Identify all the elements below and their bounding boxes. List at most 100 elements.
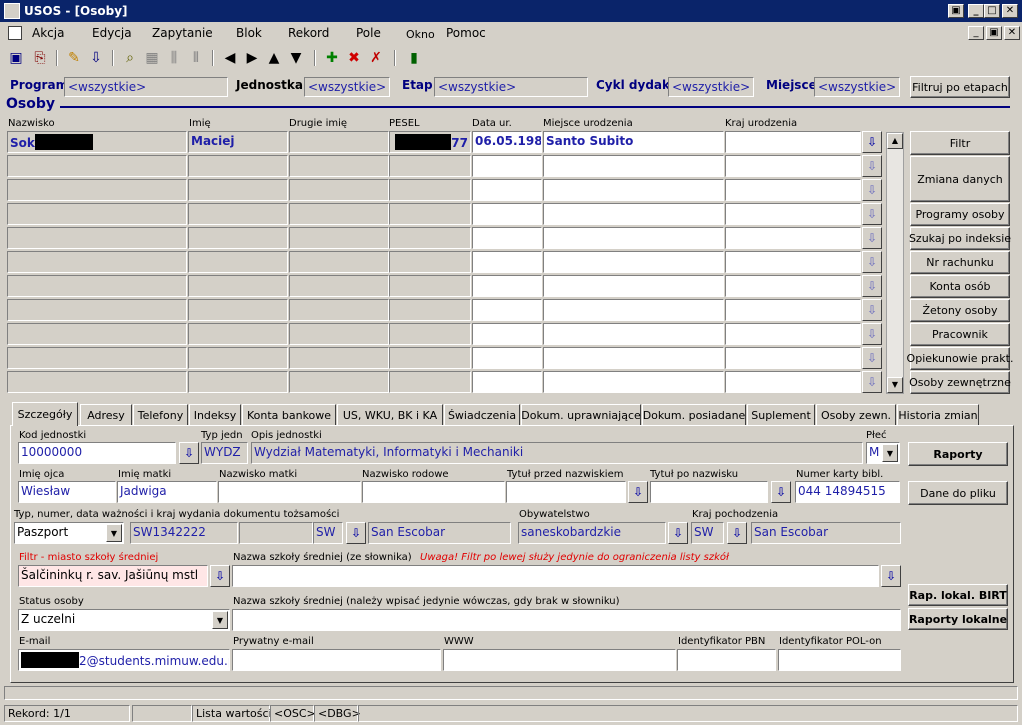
tab-osoby-zewn[interactable]: Osoby zewn. xyxy=(816,404,896,426)
tab-dokum-uprawniajace[interactable]: Dokum. uprawniające xyxy=(521,404,641,426)
grid-cell[interactable] xyxy=(725,299,861,321)
mdi-minimize-button[interactable]: _ xyxy=(968,26,984,40)
grid-cell[interactable] xyxy=(289,203,389,225)
lov-down-arrow-icon[interactable]: ⇩ xyxy=(862,155,882,177)
kod-jednostki-field[interactable]: 10000000 xyxy=(18,442,176,464)
nazwisko-matki-field[interactable] xyxy=(218,481,361,503)
row1-miejsce-ur[interactable]: Santo Subito xyxy=(543,131,724,153)
grid-cell[interactable] xyxy=(188,323,288,345)
grid-cell[interactable] xyxy=(472,155,542,177)
close-button[interactable]: ✕ xyxy=(1002,4,1018,18)
mdi-restore-button[interactable]: ▣ xyxy=(986,26,1002,40)
grid-cell[interactable] xyxy=(188,275,288,297)
next-record-icon[interactable]: ▼ xyxy=(286,48,306,68)
grid-cell[interactable] xyxy=(389,179,471,201)
row1-drugie-imie[interactable] xyxy=(289,131,389,153)
grid-cell[interactable] xyxy=(389,155,471,177)
grid-cell[interactable] xyxy=(188,155,288,177)
grid-cell[interactable] xyxy=(725,371,861,393)
grid-cell[interactable] xyxy=(543,323,724,345)
status-osoby-select[interactable]: Z uczelni xyxy=(18,609,230,631)
grid-cell[interactable] xyxy=(289,251,389,273)
grid-cell[interactable] xyxy=(389,371,471,393)
grid-cell[interactable] xyxy=(188,179,288,201)
tab-adresy[interactable]: Adresy xyxy=(80,404,132,426)
jednostka-field[interactable]: <wszystkie> xyxy=(304,77,390,97)
grid-cell[interactable] xyxy=(188,203,288,225)
opiekunowie-button[interactable]: Opiekunowie prakt. xyxy=(907,347,1013,370)
grid-cell[interactable] xyxy=(389,227,471,249)
prywatny-email-field[interactable] xyxy=(232,649,441,671)
kod-jednostki-lov-icon[interactable]: ⇩ xyxy=(179,442,199,464)
grid-cell[interactable] xyxy=(725,227,861,249)
exit-icon[interactable]: ⎘ xyxy=(30,48,50,68)
grid-cell[interactable] xyxy=(7,251,187,273)
status-dropdown-icon[interactable]: ▼ xyxy=(212,611,228,629)
menu-rekord[interactable]: Rekord xyxy=(288,26,329,40)
obywatelstwo-lov-icon[interactable]: ⇩ xyxy=(668,522,688,544)
rap-lokal-birt-button[interactable]: Rap. lokal. BIRT xyxy=(908,584,1008,606)
kraj-pochodzenia-kod-field[interactable]: SW xyxy=(691,522,724,544)
maximize-button[interactable]: □ xyxy=(984,4,1000,18)
opis-jednostki-field[interactable]: Wydział Matematyki, Informatyki i Mechan… xyxy=(251,442,863,464)
szukaj-po-indeksie-button[interactable]: Szukaj po indeksie xyxy=(909,227,1011,250)
grid-cell[interactable] xyxy=(7,179,187,201)
grid-cell[interactable] xyxy=(725,323,861,345)
grid-cell[interactable] xyxy=(472,371,542,393)
grid-cell[interactable] xyxy=(7,299,187,321)
typ-jedn-field[interactable]: WYDZ xyxy=(201,442,248,464)
grid-cell[interactable] xyxy=(543,155,724,177)
grid-cell[interactable] xyxy=(289,227,389,249)
grid-cell[interactable] xyxy=(188,227,288,249)
grid-cell[interactable] xyxy=(725,179,861,201)
grid-cell[interactable] xyxy=(7,203,187,225)
szkola-wpis-field[interactable] xyxy=(232,609,901,631)
tab-konta-bankowe[interactable]: Konta bankowe xyxy=(242,404,336,426)
dokument-nr-field[interactable]: SW1342222 xyxy=(130,522,238,544)
grid-cell[interactable] xyxy=(188,347,288,369)
grid-cell[interactable] xyxy=(543,251,724,273)
lov-down-arrow-icon[interactable]: ⇩ xyxy=(862,227,882,249)
zmiana-danych-button[interactable]: Zmiana danych xyxy=(910,156,1010,202)
tab-swiadczenia[interactable]: Świadczenia xyxy=(444,404,520,426)
grid-cell[interactable] xyxy=(725,275,861,297)
menu-pole[interactable]: Pole xyxy=(356,26,381,40)
kraj-pochodzenia-field[interactable]: San Escobar xyxy=(751,522,901,544)
programy-osoby-button[interactable]: Programy osoby xyxy=(910,203,1010,226)
mdi-close-button[interactable]: ✕ xyxy=(1004,26,1020,40)
row1-pesel[interactable]: 77 xyxy=(389,131,471,153)
lov-down-arrow-icon[interactable]: ⇩ xyxy=(862,371,882,393)
filtr-miasto-field[interactable]: Šalčininkų r. sav. Jašiūnų mstl xyxy=(18,565,208,587)
grid-cell[interactable] xyxy=(289,299,389,321)
grid-cell[interactable] xyxy=(289,323,389,345)
dane-do-pliku-button[interactable]: Dane do pliku xyxy=(908,481,1008,505)
konta-osob-button[interactable]: Konta osób xyxy=(910,275,1010,298)
etap-field[interactable]: <wszystkie> xyxy=(434,77,588,97)
grid-cell[interactable] xyxy=(7,323,187,345)
grid-cell[interactable] xyxy=(725,155,861,177)
grid-cell[interactable] xyxy=(472,323,542,345)
szkola-slownik-field[interactable] xyxy=(232,565,879,587)
menu-blok[interactable]: Blok xyxy=(236,26,262,40)
plec-dropdown-icon[interactable]: ▼ xyxy=(882,444,898,462)
grid-cell[interactable] xyxy=(543,179,724,201)
scroll-up-icon[interactable]: ▲ xyxy=(887,133,903,149)
lov-down-arrow-icon[interactable]: ⇩ xyxy=(862,203,882,225)
grid-cell[interactable] xyxy=(289,347,389,369)
grid-cell[interactable] xyxy=(289,371,389,393)
menu-pomoc[interactable]: Pomoc xyxy=(446,26,486,40)
grid-cell[interactable] xyxy=(188,371,288,393)
lov-down-arrow-icon[interactable]: ⇩ xyxy=(862,131,882,153)
query-enter-icon[interactable]: ⌕ xyxy=(120,48,140,68)
tytul-przed-lov-icon[interactable]: ⇩ xyxy=(628,481,648,503)
grid-cell[interactable] xyxy=(289,275,389,297)
www-field[interactable] xyxy=(443,649,676,671)
row1-nazwisko[interactable]: Sok xyxy=(7,131,187,153)
grid-cell[interactable] xyxy=(725,347,861,369)
imie-ojca-field[interactable]: Wiesław xyxy=(18,481,116,503)
grid-cell[interactable] xyxy=(543,203,724,225)
program-field[interactable]: <wszystkie> xyxy=(64,77,228,97)
menu-okno[interactable]: Okno xyxy=(406,28,435,41)
cykl-field[interactable]: <wszystkie> xyxy=(668,77,754,97)
tab-historia-zmian[interactable]: Historia zmian xyxy=(897,404,979,426)
